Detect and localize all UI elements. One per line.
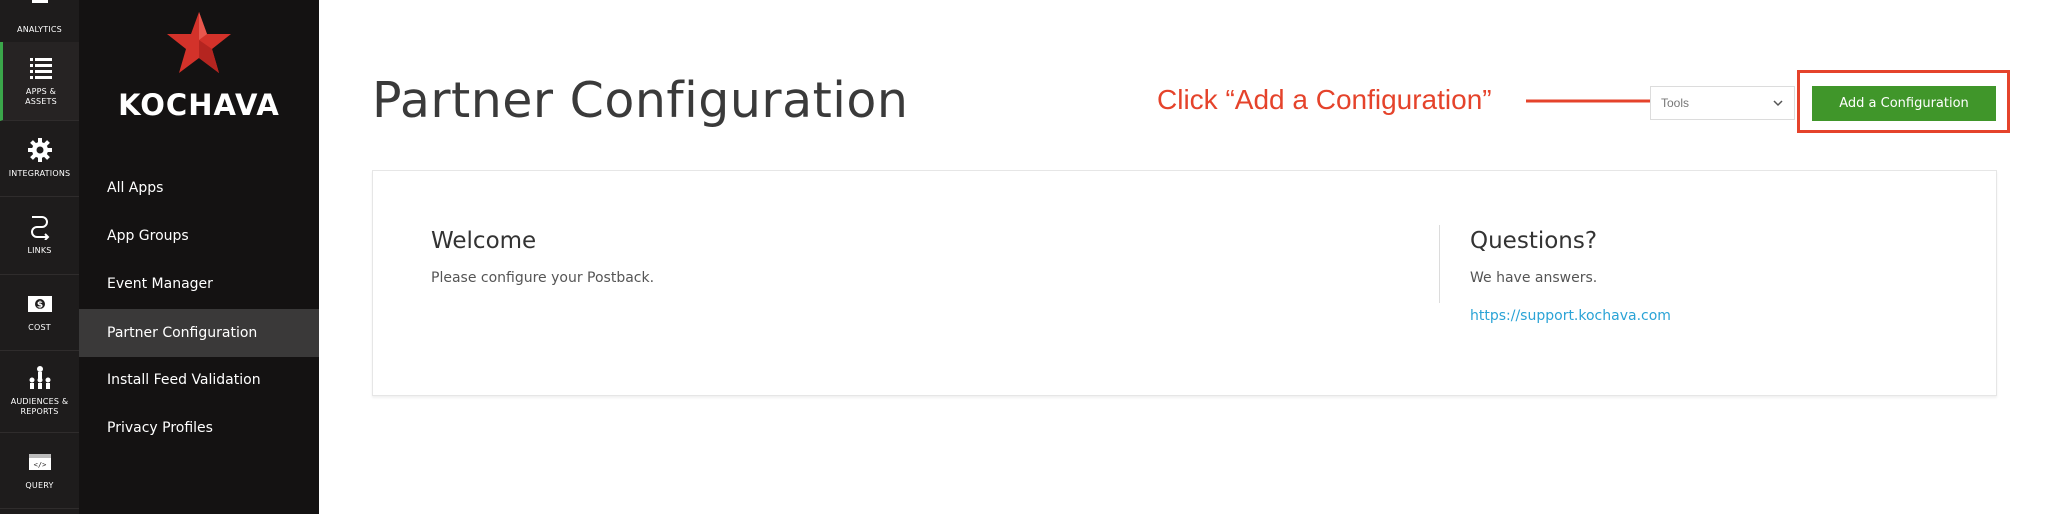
- gear-icon: [27, 137, 53, 163]
- chevron-down-icon: [1772, 97, 1784, 112]
- tools-dropdown-value: Tools: [1661, 96, 1690, 110]
- rail-label: QUERY: [25, 481, 54, 490]
- kochava-logo-text: KOCHAVA: [118, 88, 280, 122]
- dollar-icon: $: [27, 291, 53, 317]
- questions-text: We have answers.: [1470, 270, 1598, 286]
- annotation-callout: Click “Add a Configuration”: [1157, 84, 1492, 115]
- questions-heading: Questions?: [1470, 228, 1598, 254]
- nav-item-privacy-profiles[interactable]: Privacy Profiles: [79, 404, 319, 452]
- rail-label: LINKS: [27, 246, 52, 255]
- rail-item-query[interactable]: </> QUERY: [0, 432, 79, 509]
- rail-item-cost[interactable]: $ COST: [0, 274, 79, 351]
- nav-item-all-apps[interactable]: All Apps: [79, 164, 319, 212]
- rail-item-analytics[interactable]: ANALYTICS: [0, 0, 79, 43]
- rail-label: ANALYTICS: [17, 25, 62, 34]
- rail-label: INTEGRATIONS: [8, 169, 71, 178]
- tools-dropdown[interactable]: Tools: [1650, 86, 1795, 120]
- svg-text:$: $: [36, 301, 42, 311]
- secondary-nav: KOCHAVA All Apps App Groups Event Manage…: [79, 0, 319, 514]
- rail-label: APPS & ASSETS: [25, 87, 57, 106]
- welcome-heading: Welcome: [431, 228, 537, 254]
- add-configuration-button[interactable]: Add a Configuration: [1812, 86, 1996, 121]
- kochava-star-logo: [163, 10, 235, 81]
- card-divider: [1439, 225, 1440, 303]
- nav-item-event-manager[interactable]: Event Manager: [79, 260, 319, 308]
- nav-item-install-feed-validation[interactable]: Install Feed Validation: [79, 356, 319, 404]
- rail-item-links[interactable]: LINKS: [0, 196, 79, 275]
- rail-label: COST: [28, 323, 51, 332]
- svg-text:</>: </>: [33, 461, 46, 469]
- code-icon: </>: [28, 449, 52, 475]
- welcome-card: Welcome Please configure your Postback. …: [372, 170, 1997, 396]
- nav-item-app-groups[interactable]: App Groups: [79, 212, 319, 260]
- nav-item-partner-configuration[interactable]: Partner Configuration: [79, 309, 319, 357]
- rail-item-integrations[interactable]: INTEGRATIONS: [0, 120, 79, 197]
- support-link[interactable]: https://support.kochava.com: [1470, 308, 1671, 324]
- page-title: Partner Configuration: [372, 72, 909, 129]
- links-icon: [28, 214, 52, 240]
- rail-item-apps-assets[interactable]: APPS & ASSETS: [0, 42, 79, 121]
- list-icon: [28, 55, 54, 81]
- audience-icon: [27, 365, 53, 391]
- analytics-icon: [29, 0, 51, 19]
- rail-label: AUDIENCES & REPORTS: [10, 397, 69, 416]
- rail-item-audiences-reports[interactable]: AUDIENCES & REPORTS: [0, 350, 79, 433]
- icon-rail: ANALYTICS APPS & ASSETS INTEGRATIONS LIN…: [0, 0, 79, 514]
- welcome-text: Please configure your Postback.: [431, 270, 655, 286]
